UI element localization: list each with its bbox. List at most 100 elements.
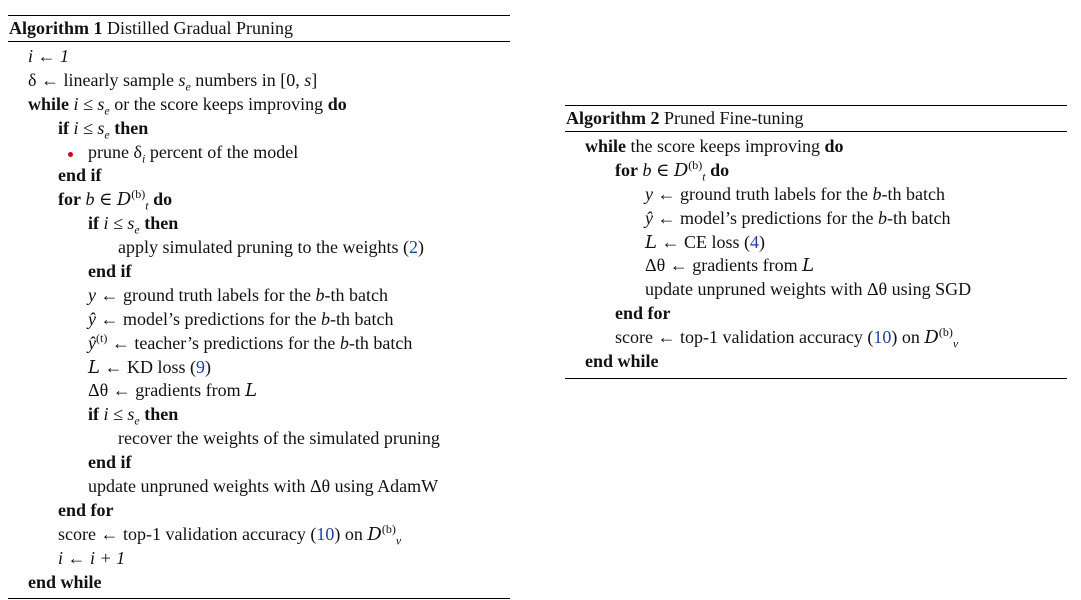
math-text: i ≤ s (99, 404, 135, 425)
math-var: b (877, 207, 887, 228)
algo1-line-9: apply simulated pruning to the weights (… (8, 235, 510, 259)
keyword: do (824, 136, 844, 156)
keyword: end for (58, 499, 114, 520)
line-text: apply simulated pruning to the weights ( (118, 237, 409, 258)
line-text: the score keeps improving (626, 136, 825, 156)
bottom-rule (565, 377, 1067, 379)
algorithm-name: Distilled Gradual Pruning (107, 18, 293, 38)
superscript: (b) (131, 187, 146, 202)
equation-reference-link[interactable]: 4 (750, 232, 759, 252)
line-text: prune δ (88, 141, 142, 162)
keyword: if (58, 117, 69, 138)
line-text: or the score keeps improving (109, 93, 328, 114)
algorithm-1-body: i ← 1 δ ← linearly sample se numbers in … (8, 42, 510, 598)
keyword: for (615, 159, 638, 180)
keyword: if (88, 404, 99, 425)
equation-reference-link[interactable]: 2 (409, 237, 418, 257)
keyword: end if (58, 165, 102, 186)
math-var: y (88, 284, 96, 305)
line-text: numbers in [0, (190, 69, 305, 90)
line-text: update unpruned weights with Δθ using Ad… (88, 476, 439, 497)
equation-reference-link[interactable]: 10 (873, 327, 891, 347)
algorithm-1-box: Algorithm 1 Distilled Gradual Pruning i … (8, 15, 510, 600)
algorithm-2-body: while the score keeps improving do for b… (565, 132, 1067, 378)
superscript: (b) (938, 325, 953, 340)
math-text: i ≤ s (69, 93, 105, 114)
line-text: ← teacher’s predictions for the (107, 332, 340, 353)
algo1-line-16: if i ≤ se then (8, 402, 510, 427)
keyword: end while (585, 351, 659, 372)
algo1-line-21: score ← top-1 validation accuracy (10) o… (8, 521, 510, 547)
algo1-line-20: end for (8, 498, 510, 522)
equation-reference-link[interactable]: 9 (196, 357, 205, 377)
calligraphic-symbol: L (645, 231, 657, 253)
algo1-line-15: Δθ ← gradients from L (8, 378, 510, 402)
keyword: do (327, 93, 347, 114)
line-text: ← model’s predictions for the (96, 308, 321, 329)
keyword: end for (615, 303, 671, 324)
calligraphic-symbol: L (802, 255, 815, 277)
keyword: then (109, 117, 149, 138)
keyword: then (139, 404, 179, 425)
calligraphic-symbol: D (924, 327, 939, 349)
algo1-line-13: ŷ(t) ← teacher’s predictions for the b-t… (8, 331, 510, 355)
line-text: ← ground truth labels for the (96, 284, 316, 305)
line-text: ] (311, 69, 318, 90)
math-var: ŷ (88, 332, 96, 353)
line-text: ) (758, 231, 765, 252)
algo1-line-14: L ← KD loss (9) (8, 355, 510, 379)
calligraphic-symbol: L (88, 356, 100, 378)
keyword: then (139, 213, 179, 234)
algo2-line-10: end while (565, 349, 1067, 373)
math-text: b ∈ (80, 189, 117, 210)
algorithm-name: Pruned Fine-tuning (664, 108, 804, 128)
calligraphic-symbol: D (673, 159, 689, 181)
bottom-rule (8, 598, 510, 600)
equation-reference-link[interactable]: 10 (316, 524, 334, 544)
algorithm-label: Algorithm 1 (9, 18, 103, 38)
line-text: ) on (891, 327, 925, 348)
algo2-line-7: update unpruned weights with Δθ using SG… (565, 277, 1067, 301)
superscript: (t) (96, 330, 108, 345)
algo1-line-22: i ← i + 1 (8, 546, 510, 570)
line-text: score ← top-1 validation accuracy ( (615, 327, 874, 348)
calligraphic-symbol: L (245, 380, 258, 402)
line-text: i ← 1 (28, 46, 70, 66)
keyword: while (585, 136, 627, 156)
keyword: end if (88, 261, 132, 282)
line-text: ← CE loss ( (656, 231, 750, 252)
line-text: -th batch (329, 308, 394, 329)
math-var: ŷ (88, 308, 96, 329)
algo1-line-2: δ ← linearly sample se numbers in [0, s] (8, 68, 510, 93)
line-text: ) on (334, 523, 368, 544)
keyword: do (705, 159, 730, 180)
superscript: (b) (381, 521, 396, 536)
line-text: ← model’s predictions for the (653, 207, 878, 228)
math-var: y (645, 183, 653, 204)
line-text: ) (204, 356, 211, 377)
line-text: ) (417, 237, 424, 258)
line-text: -th batch (886, 207, 951, 228)
algo2-line-4: ŷ ← model’s predictions for the b-th bat… (565, 206, 1067, 230)
algo1-line-23: end while (8, 570, 510, 594)
math-text: i ← i + 1 (58, 547, 126, 568)
algo1-line-7: for b ∈ D(b)t do (8, 187, 510, 212)
calligraphic-symbol: D (116, 189, 132, 211)
algo2-line-3: y ← ground truth labels for the b-th bat… (565, 182, 1067, 206)
algorithm-1-title: Algorithm 1 Distilled Gradual Pruning (8, 16, 510, 41)
math-var: ŷ (645, 207, 653, 228)
math-text: i ≤ s (69, 117, 105, 138)
algo2-line-8: end for (565, 301, 1067, 325)
keyword: while (28, 93, 70, 114)
algo1-line-6: end if (8, 163, 510, 187)
math-var: b (320, 308, 330, 329)
algo2-line-6: Δθ ← gradients from L (565, 253, 1067, 277)
algo1-line-3: while i ≤ se or the score keeps improvin… (8, 92, 510, 117)
algo1-line-19: update unpruned weights with Δθ using Ad… (8, 474, 510, 498)
line-text: -th batch (348, 332, 413, 353)
line-text: percent of the model (145, 141, 299, 162)
line-text: score ← top-1 validation accuracy ( (58, 523, 317, 544)
line-text: recover the weights of the simulated pru… (118, 428, 440, 449)
line-text: Δθ ← gradients from (88, 380, 246, 401)
math-text: i ≤ s (99, 213, 135, 234)
